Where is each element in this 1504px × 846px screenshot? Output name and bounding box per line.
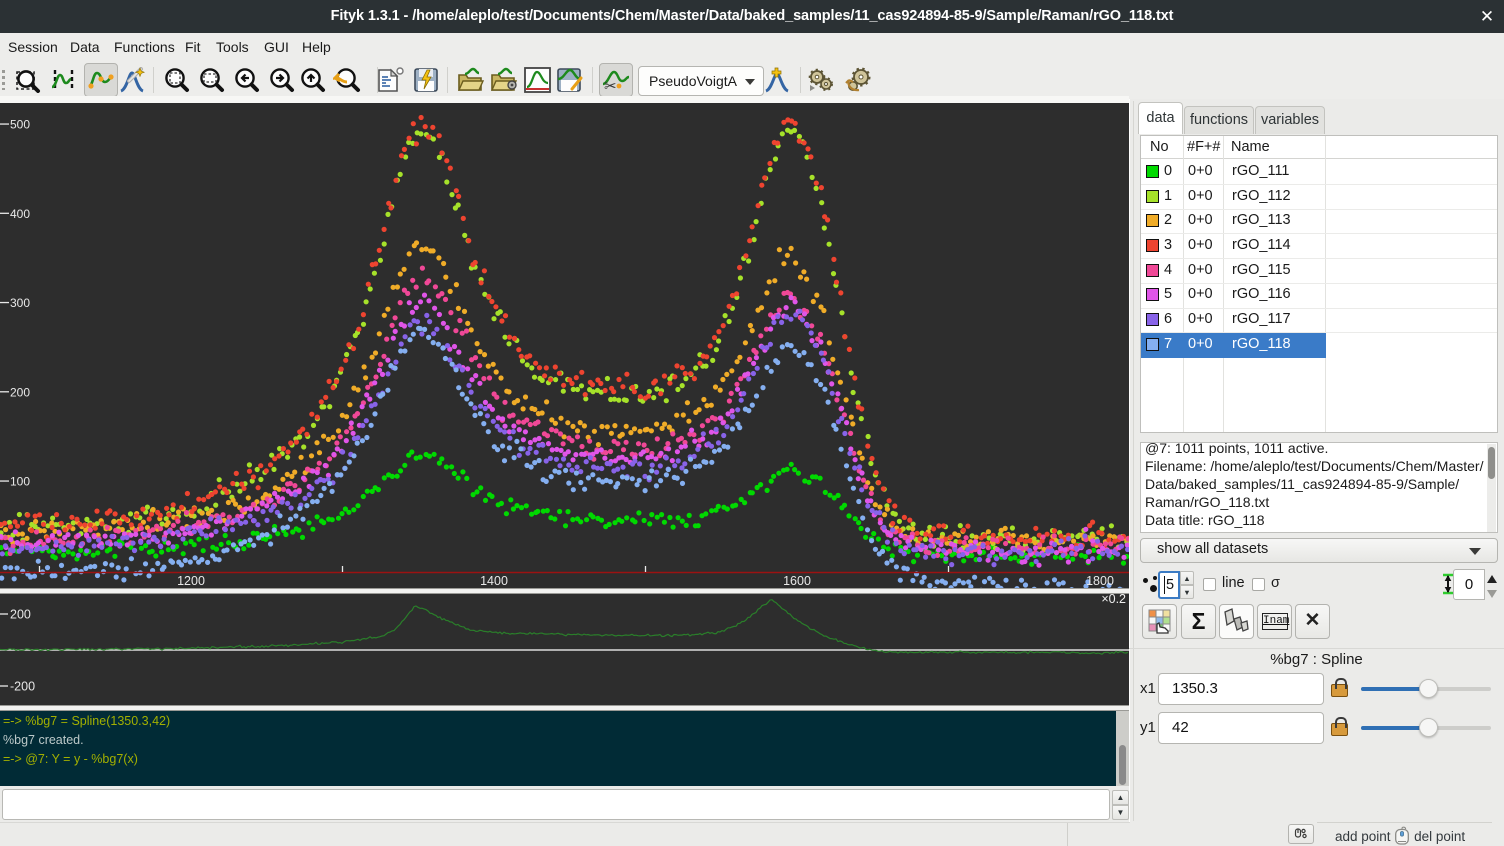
svg-text:400: 400 bbox=[10, 207, 30, 221]
svg-text:1400: 1400 bbox=[480, 574, 508, 588]
svg-text:1800: 1800 bbox=[1086, 574, 1114, 588]
svg-text:500: 500 bbox=[10, 118, 30, 132]
svg-text:100: 100 bbox=[10, 475, 30, 489]
svg-text:1600: 1600 bbox=[783, 574, 811, 588]
svg-text:✂: ✂ bbox=[604, 78, 617, 93]
svg-text:200: 200 bbox=[10, 385, 30, 399]
svg-text:×0.2: ×0.2 bbox=[1101, 594, 1126, 606]
svg-text:1200: 1200 bbox=[177, 574, 205, 588]
svg-text:200: 200 bbox=[10, 608, 31, 622]
svg-text:300: 300 bbox=[10, 296, 30, 310]
svg-text:-200: -200 bbox=[10, 680, 35, 694]
